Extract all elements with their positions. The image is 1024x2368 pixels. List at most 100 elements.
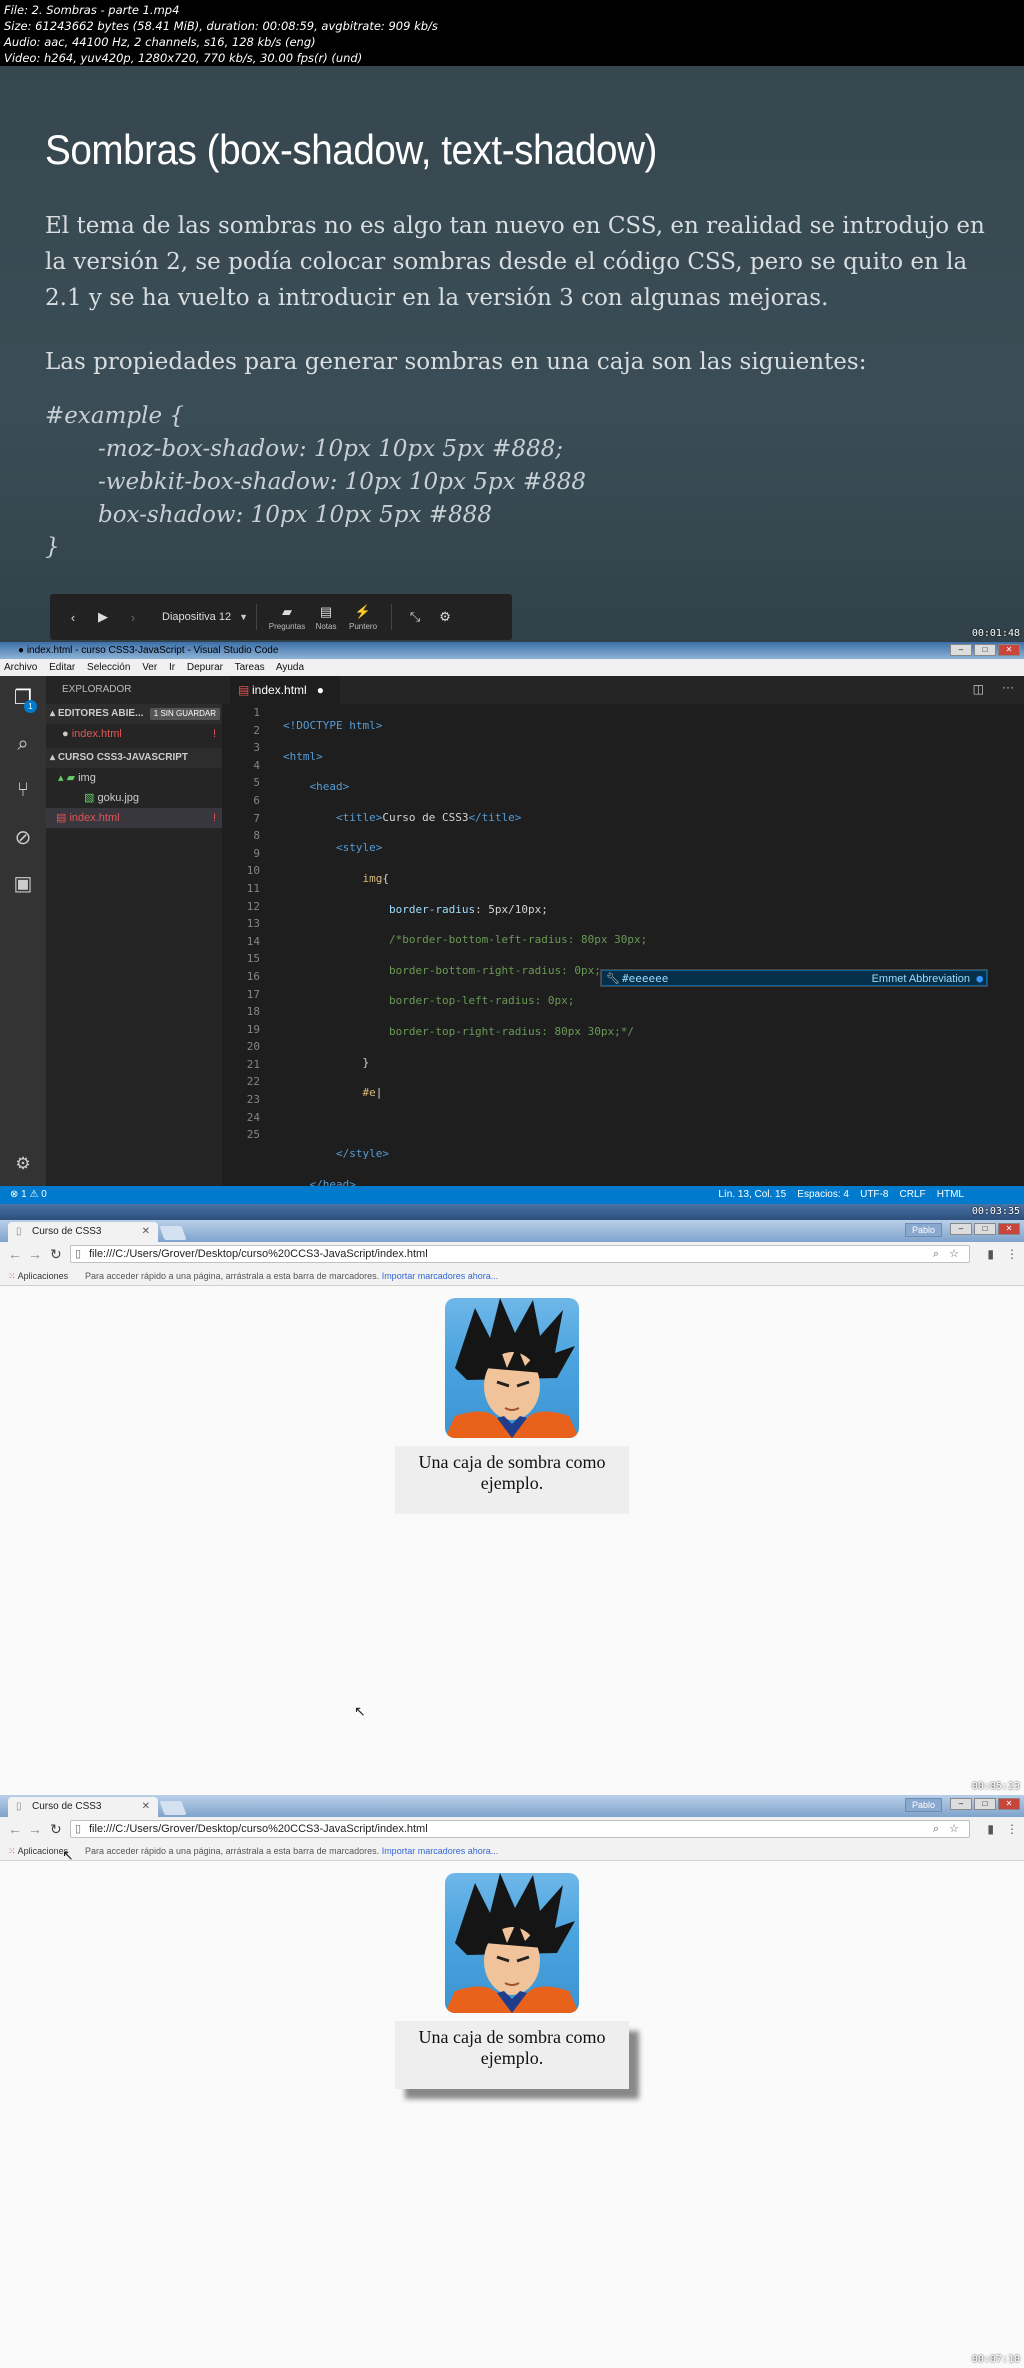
editor-tabs: ▤ index.html ● ◫ ··· <box>222 676 1024 704</box>
next-slide-button[interactable]: › <box>118 594 148 640</box>
file-goku[interactable]: ▧ goku.jpg <box>46 788 222 808</box>
import-bookmarks-link[interactable]: Importar marcadores ahora... <box>382 1271 499 1281</box>
shadow-example-box: Una caja de sombra como ejemplo. <box>395 2021 629 2089</box>
extension-icon[interactable]: ▮ <box>987 1247 994 1261</box>
slide-code-line: } <box>45 534 60 560</box>
extension-icon[interactable]: ▮ <box>987 1822 994 1836</box>
close-button[interactable]: ✕ <box>998 1223 1020 1235</box>
menu-tareas[interactable]: Tareas <box>235 662 265 673</box>
questions-button[interactable]: ▰ Preguntas <box>265 594 309 640</box>
menu-editar[interactable]: Editar <box>49 662 75 673</box>
fullscreen-button[interactable]: ⤡ <box>400 594 430 640</box>
profile-button[interactable]: Pablo <box>904 1223 942 1237</box>
browser-tabbar: ▯ Curso de CSS3 ✕ Pablo – □ ✕ <box>0 1220 1024 1242</box>
menu-archivo[interactable]: Archivo <box>4 662 37 673</box>
close-button[interactable]: ✕ <box>998 644 1020 656</box>
debug-icon[interactable]: ⊘ <box>11 826 35 850</box>
maximize-button[interactable]: □ <box>974 1223 996 1235</box>
source-code: <!DOCTYPE html> <html> <head> <title>Cur… <box>283 719 648 1220</box>
code-editor[interactable]: 1 2 3 4 5 6 7 8 9 10 11 12 13 14 15 16 17 18 19 20 21 22 23 24 2… <box>222 704 1024 1220</box>
status-right[interactable]: Lín. 13, Col. 15 Espacios: 4 UTF-8 CRLF … <box>718 1186 964 1204</box>
new-tab-button[interactable] <box>159 1226 187 1240</box>
open-editors-section[interactable]: ▴ EDITORES ABIE... 1 SIN GUARDAR <box>46 704 222 724</box>
import-bookmarks-link[interactable]: Importar marcadores ahora... <box>382 1846 499 1856</box>
problems-indicator[interactable]: ⊗ 1 ⚠ 0 <box>10 1186 47 1204</box>
forward-button[interactable]: → <box>28 1820 42 1838</box>
extensions-icon[interactable]: ▣ <box>11 872 35 896</box>
close-tab-icon[interactable]: ✕ <box>142 1222 150 1242</box>
zoom-icon[interactable]: ⌕ <box>933 1821 939 1837</box>
close-button[interactable]: ✕ <box>998 1798 1020 1810</box>
new-tab-button[interactable] <box>159 1801 187 1815</box>
autocomplete-item[interactable]: 🔧︎ #eeeeee Emmet Abbreviation ● <box>601 970 987 986</box>
reload-button[interactable]: ↻ <box>50 1820 62 1838</box>
gear-icon[interactable]: ⚙ <box>11 1152 35 1176</box>
forward-button[interactable]: → <box>28 1245 42 1263</box>
profile-button[interactable]: Pablo <box>904 1798 942 1812</box>
search-icon[interactable]: ⌕ <box>11 732 35 756</box>
project-section[interactable]: ▴ CURSO CSS3-JAVASCRIPT <box>46 748 222 768</box>
window-controls: – □ ✕ <box>950 644 1020 656</box>
source-control-icon[interactable]: ⑂ <box>11 778 35 802</box>
close-tab-icon[interactable]: ✕ <box>142 1797 150 1817</box>
slide-paragraph-2: Las propiedades para generar sombras en … <box>45 349 867 375</box>
prev-slide-button[interactable]: ‹ <box>58 594 88 640</box>
menu-seleccion[interactable]: Selección <box>87 662 130 673</box>
browser-tab[interactable]: ▯ Curso de CSS3 ✕ <box>8 1797 158 1817</box>
minimize-button[interactable]: – <box>950 1798 972 1810</box>
maximize-button[interactable]: □ <box>974 644 996 656</box>
menu-depurar[interactable]: Depurar <box>187 662 223 673</box>
menu-ir[interactable]: Ir <box>169 662 175 673</box>
notes-icon: ▤ <box>319 603 333 619</box>
star-icon[interactable]: ☆ <box>949 1246 959 1262</box>
zoom-icon[interactable]: ⌕ <box>933 1246 939 1262</box>
slide-title: Sombras (box-shadow, text-shadow) <box>45 126 657 173</box>
frame-browser-1: ▯ Curso de CSS3 ✕ Pablo – □ ✕ ← → ↻ ▯ file://… <box>0 1220 1024 1795</box>
fullscreen-icon: ⤡ <box>409 609 421 624</box>
browser-tab[interactable]: ▯ Curso de CSS3 ✕ <box>8 1222 158 1242</box>
settings-button[interactable]: ⚙ <box>430 594 460 640</box>
video-info-header: File: 2. Sombras - parte 1.mp4 Size: 612… <box>0 0 1024 66</box>
back-button[interactable]: ← <box>8 1820 22 1838</box>
pointer-button[interactable]: ⚡ Puntero <box>343 594 383 640</box>
divider <box>391 604 393 630</box>
goku-image <box>445 1873 579 2013</box>
status-bar: ⊗ 1 ⚠ 0 Lín. 13, Col. 15 Espacios: 4 UTF… <box>0 1186 1024 1204</box>
minimize-button[interactable]: – <box>950 644 972 656</box>
reload-button[interactable]: ↻ <box>50 1245 62 1263</box>
apps-icon: ⁙ <box>8 1271 16 1281</box>
play-button[interactable]: ▶ <box>88 594 118 640</box>
star-icon[interactable]: ☆ <box>949 1821 959 1837</box>
goku-illustration <box>445 1873 579 2013</box>
shadow-example-box: Una caja de sombra como ejemplo. <box>395 1446 629 1514</box>
page-icon: ▯ <box>16 1226 22 1237</box>
apps-shortcut[interactable]: ⁙ Aplicaciones <box>8 1266 68 1286</box>
address-bar[interactable]: ▯ file:///C:/Users/Grover/Desktop/curso%2… <box>70 1820 970 1838</box>
autocomplete-popup[interactable]: 🔧︎ #eeeeee Emmet Abbreviation ● <box>600 969 988 987</box>
menu-ayuda[interactable]: Ayuda <box>276 662 304 673</box>
notes-button[interactable]: ▤ Notas <box>309 594 343 640</box>
menu-icon[interactable]: ⋮ <box>1006 1247 1018 1261</box>
address-bar[interactable]: ▯ file:///C:/Users/Grover/Desktop/curso%2… <box>70 1245 970 1263</box>
apps-shortcut[interactable]: ⁙ Aplicaciones <box>8 1841 68 1861</box>
more-icon[interactable]: ··· <box>1002 680 1014 694</box>
folder-img[interactable]: ▴ ▰ img <box>46 768 222 788</box>
split-editor-icon[interactable]: ◫ <box>973 682 984 696</box>
open-editor-item[interactable]: ● index.html! <box>46 724 222 744</box>
goku-image <box>445 1298 579 1438</box>
bookmarks-bar: ⁙ Aplicaciones Para acceder rápido a una… <box>0 1266 1024 1286</box>
minimize-button[interactable]: – <box>950 1223 972 1235</box>
back-button[interactable]: ← <box>8 1245 22 1263</box>
maximize-button[interactable]: □ <box>974 1798 996 1810</box>
slide-selector[interactable]: Diapositiva 12 <box>162 611 231 623</box>
timestamp: 00:03:35 <box>971 1206 1020 1217</box>
menu-icon[interactable]: ⋮ <box>1006 1822 1018 1836</box>
explorer-sidebar: EXPLORADOR ▴ EDITORES ABIE... 1 SIN GUARD… <box>46 676 222 1186</box>
file-index[interactable]: ▤ index.html! <box>46 808 222 828</box>
menu-ver[interactable]: Ver <box>142 662 157 673</box>
frame-slide: Sombras (box-shadow, text-shadow) El tem… <box>0 66 1024 642</box>
line-numbers: 1 2 3 4 5 6 7 8 9 10 11 12 13 14 15 16 17 18 19 20 21 22 23 24 2… <box>246 706 260 1142</box>
info-icon[interactable]: ● <box>976 971 983 987</box>
tab-index-html[interactable]: ▤ index.html ● <box>230 676 340 704</box>
bookmarks-bar: ⁙ Aplicaciones Para acceder rápido a una… <box>0 1841 1024 1861</box>
